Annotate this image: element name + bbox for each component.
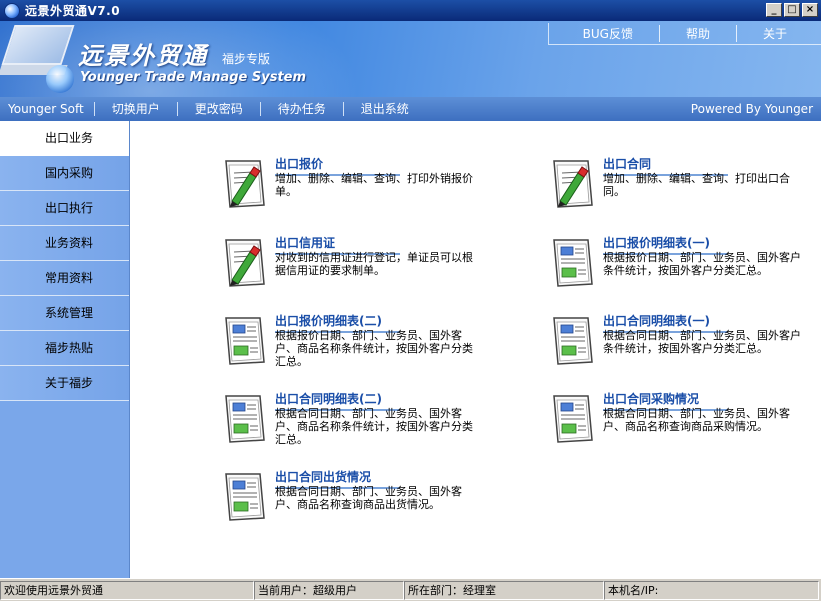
menu-exit-system[interactable]: 退出系统 — [342, 102, 426, 116]
status-host-ip: 本机名/IP: — [604, 581, 819, 600]
report-document-icon — [225, 473, 265, 521]
sidebar-item-system-management[interactable]: 系统管理 — [0, 296, 129, 331]
sidebar-item-domestic-purchase[interactable]: 国内采购 — [0, 156, 129, 191]
edit-document-icon — [225, 160, 265, 208]
sidebar-item-fobshanghai-hot[interactable]: 福步热贴 — [0, 331, 129, 366]
maximize-button[interactable]: □ — [784, 3, 800, 17]
status-department: 所在部门：经理室 — [404, 581, 604, 600]
report-document-icon — [225, 317, 265, 365]
tile-export-contract[interactable]: 出口合同 增加、删除、编辑、查询、打印出口合同。 — [548, 155, 818, 221]
window-title: 远景外贸通V7.0 — [25, 4, 121, 18]
menu-change-password[interactable]: 更改密码 — [176, 102, 260, 116]
menu-younger-soft[interactable]: Younger Soft — [0, 102, 94, 116]
tile-description: 根据合同日期、部门、业务员、国外客户、商品名称查询商品采购情况。 — [603, 407, 790, 433]
powered-by-label: Powered By Younger — [690, 102, 813, 116]
sidebar: 出口业务 国内采购 出口执行 业务资料 常用资料 系统管理 福步热贴 关于福步 — [0, 121, 130, 578]
brand-name: 远景外贸通 — [78, 42, 208, 70]
tile-description: 根据合同日期、部门、业务员、国外客户条件统计，按国外客户分类汇总。 — [603, 329, 801, 355]
menu-pending-tasks[interactable]: 待办任务 — [259, 102, 343, 116]
about-link[interactable]: 关于 — [735, 25, 813, 42]
status-bar: 欢迎使用远景外贸通 当前用户：超级用户 所在部门：经理室 本机名/IP: — [0, 578, 821, 601]
sidebar-item-common-data[interactable]: 常用资料 — [0, 261, 129, 296]
edit-document-icon — [225, 239, 265, 287]
bug-feedback-link[interactable]: BUG反馈 — [557, 25, 659, 42]
sidebar-item-business-data[interactable]: 业务资料 — [0, 226, 129, 261]
tile-description: 增加、删除、编辑、查询、打印出口合同。 — [603, 172, 790, 198]
tile-description: 根据合同日期、部门、业务员、国外客户、商品名称查询商品出货情况。 — [275, 485, 462, 511]
tile-export-quotation-detail-1[interactable]: 出口报价明细表(一) 根据报价日期、部门、业务员、国外客户条件统计，按国外客户分… — [548, 234, 818, 300]
tile-description: 对收到的信用证进行登记，单证员可以根据信用证的要求制单。 — [275, 251, 473, 277]
sidebar-item-export-execution[interactable]: 出口执行 — [0, 191, 129, 226]
minimize-button[interactable]: _ — [766, 3, 782, 17]
brand-edition: 福步专版 — [222, 52, 271, 66]
edit-document-icon — [553, 160, 593, 208]
tile-export-contract-detail-2[interactable]: 出口合同明细表(二) 根据合同日期、部门、业务员、国外客户、商品名称条件统计，按… — [220, 390, 490, 456]
window-controls: _ □ × — [766, 3, 818, 17]
close-button[interactable]: × — [802, 3, 818, 17]
window-title-bar: 远景外贸通V7.0 _ □ × — [0, 0, 821, 21]
tile-description: 根据报价日期、部门、业务员、国外客户条件统计，按国外客户分类汇总。 — [603, 251, 801, 277]
tile-description: 增加、删除、编辑、查询、打印外销报价单。 — [275, 172, 473, 198]
tile-export-letter-of-credit[interactable]: 出口信用证 对收到的信用证进行登记，单证员可以根据信用证的要求制单。 — [220, 234, 490, 300]
sidebar-item-export-business[interactable]: 出口业务 — [0, 121, 129, 156]
tile-description: 根据合同日期、部门、业务员、国外客户、商品名称条件统计，按国外客户分类汇总。 — [275, 407, 473, 446]
tile-export-contract-shipment[interactable]: 出口合同出货情况 根据合同日期、部门、业务员、国外客户、商品名称查询商品出货情况… — [220, 468, 490, 534]
app-logo-icon — [4, 2, 20, 19]
tile-export-contract-purchase[interactable]: 出口合同采购情况 根据合同日期、部门、业务员、国外客户、商品名称查询商品采购情况… — [548, 390, 818, 456]
globe-icon — [46, 65, 74, 93]
status-welcome: 欢迎使用远景外贸通 — [0, 581, 254, 600]
report-document-icon — [553, 239, 593, 287]
tile-export-quotation-detail-2[interactable]: 出口报价明细表(二) 根据报价日期、部门、业务员、国外客户、商品名称条件统计，按… — [220, 312, 490, 378]
main-content: 出口报价 增加、删除、编辑、查询、打印外销报价单。 出口合同 增加、删除、编辑、… — [130, 121, 821, 578]
sidebar-item-about-fobshanghai[interactable]: 关于福步 — [0, 366, 129, 401]
menu-bar: Younger Soft 切换用户 更改密码 待办任务 退出系统 Powered… — [0, 97, 821, 121]
top-links: BUG反馈 帮助 关于 — [547, 23, 821, 45]
tile-description: 根据报价日期、部门、业务员、国外客户、商品名称条件统计，按国外客户分类汇总。 — [275, 329, 473, 368]
menu-switch-user[interactable]: 切换用户 — [93, 102, 177, 116]
tile-export-contract-detail-1[interactable]: 出口合同明细表(一) 根据合同日期、部门、业务员、国外客户条件统计，按国外客户分… — [548, 312, 818, 378]
brand-english-name: Younger Trade Manage System — [80, 70, 307, 85]
report-document-icon — [553, 317, 593, 365]
status-current-user: 当前用户：超级用户 — [254, 581, 404, 600]
header-banner: 远景外贸通 福步专版 Younger Trade Manage System B… — [0, 21, 821, 97]
help-link[interactable]: 帮助 — [658, 25, 736, 42]
report-document-icon — [225, 395, 265, 443]
report-document-icon — [553, 395, 593, 443]
tile-export-quotation[interactable]: 出口报价 增加、删除、编辑、查询、打印外销报价单。 — [220, 155, 490, 221]
